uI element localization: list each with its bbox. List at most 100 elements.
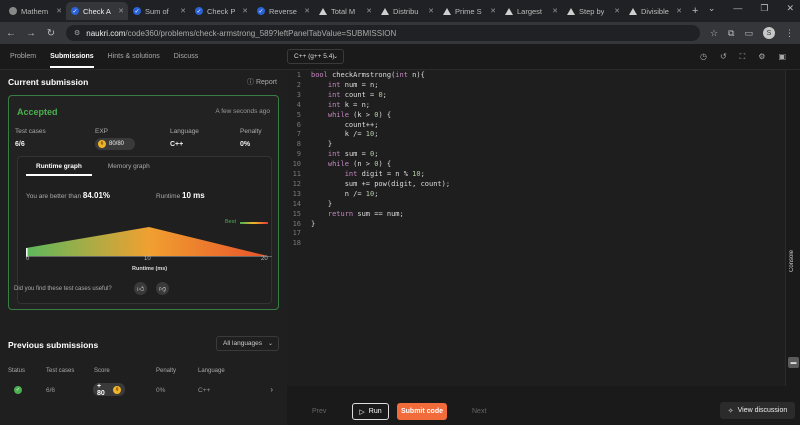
maximize-icon[interactable]: ❐	[760, 3, 768, 14]
timer-icon[interactable]: ◷	[700, 52, 707, 62]
close-tab-icon[interactable]: ✕	[614, 7, 620, 15]
tab-discuss[interactable]: Discuss	[174, 53, 199, 60]
console-toggle[interactable]: Console ▬	[785, 70, 800, 386]
chat-icon[interactable]: ▬	[788, 357, 799, 368]
language-label: Language	[170, 128, 199, 135]
new-tab-button[interactable]: +	[692, 5, 698, 17]
browser-tab[interactable]: ✓ Check A ✕	[66, 2, 128, 20]
tab-hints[interactable]: Hints & solutions	[108, 53, 160, 60]
close-tab-icon[interactable]: ✕	[428, 7, 434, 15]
chevron-down-icon: ⌄	[332, 54, 338, 60]
runtime-graph-panel: Runtime graph Memory graph You are bette…	[17, 156, 272, 304]
browser-menu-icon[interactable]: ⋮	[785, 28, 794, 39]
back-icon[interactable]: ←	[6, 28, 16, 39]
code-line: }	[311, 199, 333, 208]
close-tab-icon[interactable]: ✕	[242, 7, 248, 15]
browser-tab-label: Largest	[517, 6, 543, 16]
x-tick-20: 20	[261, 256, 268, 262]
sidebar-icon[interactable]: ▭	[744, 28, 753, 39]
tab-search-icon[interactable]: ⌄	[708, 3, 716, 14]
reload-icon[interactable]: ↻	[46, 28, 56, 39]
submissions-panel: Current submission ⓘ Report Accepted A f…	[0, 70, 287, 425]
thumbs-down-button[interactable]: 👎︎	[156, 282, 169, 295]
report-button[interactable]: ⓘ Report	[247, 77, 277, 87]
extensions-icon[interactable]: ⧉	[728, 28, 734, 39]
next-button[interactable]: Next	[472, 408, 486, 415]
current-submission-heading: Current submission	[8, 77, 89, 87]
bookmark-star-icon[interactable]: ☆	[710, 28, 718, 39]
forward-icon[interactable]: →	[26, 28, 36, 39]
view-discussion-button[interactable]: ✧ View discussion	[720, 402, 795, 419]
line-number: 7	[296, 130, 301, 139]
line-number: 2	[296, 80, 301, 89]
browser-tab[interactable]: Mathem ✕	[4, 2, 66, 20]
close-tab-icon[interactable]: ✕	[304, 7, 310, 15]
code-line: sum += pow(digit, count);	[311, 179, 451, 188]
better-than-text: You are better than 84.01%	[26, 191, 111, 200]
browser-tab[interactable]: ✓ Reverse ✕	[252, 2, 314, 20]
run-button[interactable]: ▷ Run	[352, 403, 389, 420]
prev-button[interactable]: Prev	[312, 408, 326, 415]
browser-tab-label: Sum of	[145, 6, 169, 16]
close-tab-icon[interactable]: ✕	[56, 7, 62, 15]
browser-tab[interactable]: Step by ✕	[562, 2, 624, 20]
close-tab-icon[interactable]: ✕	[490, 7, 496, 15]
browser-tab[interactable]: Distribu ✕	[376, 2, 438, 20]
minimize-icon[interactable]: —	[733, 3, 742, 14]
code-line: bool checkArmstrong(int n){	[311, 71, 425, 79]
close-tab-icon[interactable]: ✕	[366, 7, 372, 15]
triangle-icon	[381, 7, 389, 15]
submission-time: A few seconds ago	[215, 108, 270, 115]
browser-tab-label: Total M	[331, 6, 356, 16]
browser-tab[interactable]: Total M ✕	[314, 2, 376, 20]
row-test-cases: 6/6	[46, 387, 56, 394]
fullscreen-icon[interactable]: ⛶	[740, 52, 746, 62]
current-submission-card: Accepted A few seconds ago Test cases 6/…	[8, 95, 279, 310]
tab-runtime-graph[interactable]: Runtime graph	[26, 163, 92, 176]
close-window-icon[interactable]: ✕	[786, 3, 794, 14]
browser-tab[interactable]: Divisible ✕	[624, 2, 686, 20]
tab-problem[interactable]: Problem	[10, 53, 36, 60]
address-bar-row: ← → ↻ ⚙ naukri.com/code360/problems/chec…	[0, 22, 800, 44]
line-number: 13	[292, 189, 301, 198]
col-penalty: Penalty	[156, 368, 177, 374]
success-check-icon: ✓	[14, 386, 22, 394]
browser-tab[interactable]: ✓ Check P ✕	[190, 2, 252, 20]
code-line: }	[311, 219, 316, 228]
close-tab-icon[interactable]: ✕	[180, 7, 186, 15]
useful-question: Did you find these test cases useful?	[14, 286, 112, 292]
close-tab-icon[interactable]: ✕	[118, 7, 124, 15]
row-expand-chevron-icon[interactable]: ›	[270, 385, 273, 394]
browser-tab-label: Check P	[207, 6, 236, 16]
status-accepted: Accepted	[17, 107, 58, 117]
thumbs-up-button[interactable]: 👍︎	[134, 282, 147, 295]
x-axis-label: Runtime (ms)	[132, 266, 168, 272]
tab-memory-graph[interactable]: Memory graph	[108, 163, 150, 176]
layout-icon[interactable]: ▣	[778, 52, 786, 62]
settings-gear-icon[interactable]: ⚙	[758, 52, 765, 62]
col-score: Score	[94, 368, 110, 374]
editor-toolbar: C++ (g++ 5.4) ⌄ ◷ ↺ ⛶ ⚙ ▣	[287, 44, 800, 70]
tab-submissions[interactable]: Submissions	[50, 53, 94, 68]
line-number: 3	[296, 90, 301, 99]
close-tab-icon[interactable]: ✕	[552, 7, 558, 15]
line-number: 8	[296, 140, 301, 149]
compiler-select[interactable]: C++ (g++ 5.4) ⌄	[287, 49, 344, 64]
code-line: int k = n;	[327, 100, 371, 109]
site-info-icon[interactable]: ⚙	[74, 29, 80, 37]
browser-tab[interactable]: ✓ Sum of ✕	[128, 2, 190, 20]
language-filter-select[interactable]: All languages ⌄	[216, 336, 279, 351]
browser-tab[interactable]: Prime S ✕	[438, 2, 500, 20]
line-number: 9	[296, 150, 301, 159]
profile-avatar[interactable]: S	[763, 27, 775, 39]
code-editor[interactable]: 1 bool checkArmstrong(int n){2 int num = …	[287, 70, 785, 386]
submit-code-button[interactable]: Submit code	[397, 403, 447, 420]
url-input[interactable]: ⚙ naukri.com/code360/problems/check-arms…	[66, 25, 700, 41]
language-value: C++	[170, 141, 184, 148]
browser-tab[interactable]: Largest ✕	[500, 2, 562, 20]
close-tab-icon[interactable]: ✕	[676, 7, 682, 15]
row-score-badge: + 80 ¢	[93, 383, 125, 397]
previous-submissions-heading: Previous submissions	[8, 340, 99, 350]
reset-icon[interactable]: ↺	[720, 52, 727, 62]
code-line: return sum == num;	[327, 209, 404, 218]
